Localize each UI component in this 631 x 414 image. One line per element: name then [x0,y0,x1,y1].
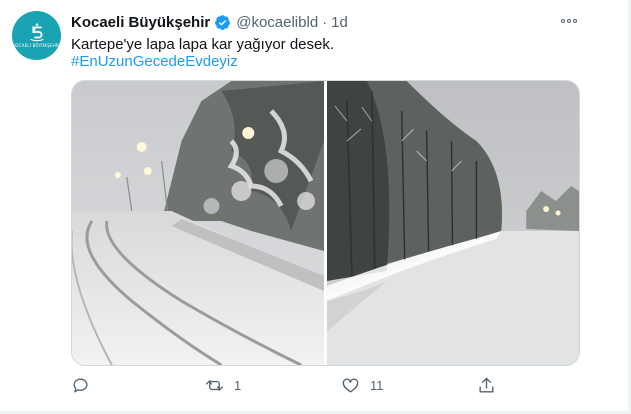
like-button[interactable]: 11 [341,374,384,396]
separator-dot: · [322,13,328,31]
hashtag-link[interactable]: #EnUzunGecedeEvdeyiz [71,52,238,72]
tweet-time[interactable]: 1d [331,14,348,31]
more-options-icon[interactable] [556,13,582,29]
municipality-logo-icon [29,22,44,42]
tweet-actions: 1 11 [71,374,501,396]
author-handle[interactable]: @kocaelibld [236,14,318,31]
snowy-road-photo[interactable] [72,81,324,365]
retweet-count: 1 [234,377,242,393]
snowy-forest-road-photo[interactable] [327,81,579,365]
share-icon [479,377,494,393]
avatar-label: KOCAELİ BÜYÜKŞEHİR [12,43,61,48]
avatar[interactable]: KOCAELİ BÜYÜKŞEHİR [12,11,61,60]
author-name[interactable]: Kocaeli Büyükşehir [71,14,210,31]
reply-button[interactable] [71,374,100,396]
reply-icon [73,378,88,393]
retweet-button[interactable]: 1 [205,374,241,396]
like-count: 11 [370,377,384,393]
media-grid [71,80,580,366]
retweet-icon [205,379,224,391]
heart-icon [342,377,359,393]
verified-badge-icon [215,14,231,30]
share-button[interactable] [477,374,506,396]
tweet-header: Kocaeli Büyükşehir @kocaelibld · 1d [71,12,348,32]
